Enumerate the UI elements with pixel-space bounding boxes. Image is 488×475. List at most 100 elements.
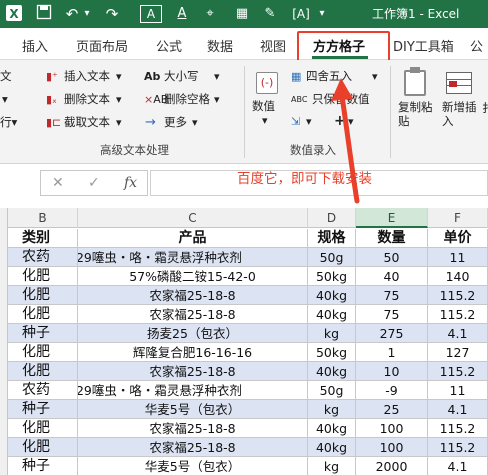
cell-unit-price[interactable]: 127 bbox=[428, 343, 488, 362]
tab-diy-toolbox[interactable]: DIY工具箱 bbox=[393, 36, 454, 55]
cell-spec[interactable]: 40kg bbox=[308, 362, 356, 381]
column-header-d[interactable]: D bbox=[308, 208, 356, 228]
column-header-f[interactable]: F bbox=[428, 208, 488, 228]
undo-icon[interactable]: ↶ bbox=[62, 4, 82, 24]
column-header-c[interactable]: C bbox=[78, 208, 308, 228]
table-icon[interactable]: ▦ bbox=[232, 4, 252, 24]
plus-button[interactable]: + bbox=[334, 113, 346, 129]
cell-category[interactable]: 化肥 bbox=[8, 438, 78, 457]
cell-quantity[interactable]: 1 bbox=[356, 343, 428, 362]
column-header-b[interactable]: B bbox=[8, 208, 78, 228]
insert-function-icon[interactable]: fx bbox=[124, 175, 137, 191]
cell-quantity[interactable]: 75 bbox=[356, 286, 428, 305]
extract-text-button[interactable]: 截取文本 bbox=[64, 114, 110, 130]
cell-spec[interactable]: 40kg bbox=[308, 305, 356, 324]
cell-quantity[interactable]: 50 bbox=[356, 248, 428, 267]
font-color-icon[interactable]: A bbox=[172, 4, 192, 24]
brush-icon[interactable]: ✎ bbox=[260, 4, 280, 24]
cell-unit-price[interactable]: 11 bbox=[428, 381, 488, 400]
cell-product[interactable]: 农家福25-18-8 bbox=[78, 286, 308, 305]
cell-unit-price[interactable]: 140 bbox=[428, 267, 488, 286]
cell-quantity[interactable]: 275 bbox=[356, 324, 428, 343]
tab-formulas[interactable]: 公式 bbox=[156, 36, 182, 55]
cell-unit-price[interactable]: 115.2 bbox=[428, 419, 488, 438]
header-product[interactable]: 产品 bbox=[78, 229, 308, 248]
tab-page-layout[interactable]: 页面布局 bbox=[76, 36, 128, 55]
cell-quantity[interactable]: 10 bbox=[356, 362, 428, 381]
header-quantity[interactable]: 数量 bbox=[356, 229, 428, 248]
ribbon-stub-2[interactable]: ▾ bbox=[2, 91, 8, 107]
delete-text-button[interactable]: 删除文本 bbox=[64, 91, 110, 107]
cell-product[interactable]: 扬麦25（包衣） bbox=[78, 324, 308, 343]
plus-dropdown-icon[interactable]: ▾ bbox=[348, 115, 354, 129]
cell-quantity[interactable]: 75 bbox=[356, 305, 428, 324]
cell-unit-price[interactable]: 4.1 bbox=[428, 324, 488, 343]
cell-category[interactable]: 农药 bbox=[8, 381, 78, 400]
customize-toolbar-icon[interactable]: ▾ bbox=[316, 4, 328, 24]
header-category[interactable]: 类别 bbox=[8, 229, 78, 248]
cell-category[interactable]: 化肥 bbox=[8, 286, 78, 305]
cell-product[interactable]: .29噻虫・咯・霜灵悬浮种衣剂 bbox=[78, 248, 308, 267]
delete-text-dropdown-icon[interactable]: ▾ bbox=[116, 93, 122, 107]
cell-unit-price[interactable]: 4.1 bbox=[428, 457, 488, 475]
cell-product[interactable]: 辉隆复合肥16-16-16 bbox=[78, 343, 308, 362]
cell-spec[interactable]: 50kg bbox=[308, 267, 356, 286]
cell-unit-price[interactable]: 115.2 bbox=[428, 305, 488, 324]
more-dropdown-icon[interactable]: ▾ bbox=[192, 116, 198, 130]
tab-more[interactable]: 公 bbox=[470, 36, 483, 55]
copy-paste-button[interactable]: 复制粘贴 bbox=[396, 66, 436, 136]
cell-quantity[interactable]: 100 bbox=[356, 438, 428, 457]
format-painter-icon[interactable]: ⌖ bbox=[200, 4, 220, 24]
cell-quantity[interactable]: 40 bbox=[356, 267, 428, 286]
cell-category[interactable]: 农药 bbox=[8, 248, 78, 267]
insert-text-button[interactable]: 插入文本 bbox=[64, 68, 110, 84]
header-spec[interactable]: 规格 bbox=[308, 229, 356, 248]
cell-product[interactable]: 华麦5号（包衣） bbox=[78, 457, 308, 475]
ribbon-stub-1[interactable]: 文 bbox=[0, 68, 12, 84]
cell-category[interactable]: 种子 bbox=[8, 457, 78, 475]
cell-spec[interactable]: kg bbox=[308, 324, 356, 343]
ribbon-stub-right[interactable]: 扌 bbox=[482, 100, 488, 116]
cell-product[interactable]: 农家福25-18-8 bbox=[78, 305, 308, 324]
insert-text-dropdown-icon[interactable]: ▾ bbox=[116, 70, 122, 84]
cell-product[interactable]: 农家福25-18-8 bbox=[78, 362, 308, 381]
cell-unit-price[interactable]: 115.2 bbox=[428, 362, 488, 381]
cancel-formula-icon[interactable]: ✕ bbox=[52, 175, 64, 191]
shape-icon[interactable]: [A] bbox=[290, 4, 312, 24]
cell-quantity[interactable]: -9 bbox=[356, 381, 428, 400]
cell-product[interactable]: 57%磷酸二铵15-42-0 bbox=[78, 267, 308, 286]
tab-view[interactable]: 视图 bbox=[260, 36, 286, 55]
cell-category[interactable]: 种子 bbox=[8, 400, 78, 419]
cell-unit-price[interactable]: 4.1 bbox=[428, 400, 488, 419]
cell-product[interactable]: 农家福25-18-8 bbox=[78, 438, 308, 457]
cell-category[interactable]: 化肥 bbox=[8, 267, 78, 286]
cell-quantity[interactable]: 100 bbox=[356, 419, 428, 438]
header-unit-price[interactable]: 单价 bbox=[428, 229, 488, 248]
column-header-e[interactable]: E bbox=[356, 208, 428, 228]
round-button[interactable]: 四舍五入 bbox=[306, 68, 352, 84]
cell-quantity[interactable]: 25 bbox=[356, 400, 428, 419]
cell-spec[interactable]: kg bbox=[308, 400, 356, 419]
cell-category[interactable]: 化肥 bbox=[8, 362, 78, 381]
round-dropdown-icon[interactable]: ▾ bbox=[372, 70, 378, 84]
cell-unit-price[interactable]: 115.2 bbox=[428, 286, 488, 305]
case-button[interactable]: 大小写 bbox=[164, 68, 199, 84]
tab-data[interactable]: 数据 bbox=[207, 36, 233, 55]
cell-spec[interactable]: kg bbox=[308, 457, 356, 475]
cell-quantity[interactable]: 2000 bbox=[356, 457, 428, 475]
keep-values-button[interactable]: 只保留数值 bbox=[312, 91, 370, 107]
cell-unit-price[interactable]: 11 bbox=[428, 248, 488, 267]
case-dropdown-icon[interactable]: ▾ bbox=[214, 70, 220, 84]
cell-unit-price[interactable]: 115.2 bbox=[428, 438, 488, 457]
cell-category[interactable]: 化肥 bbox=[8, 419, 78, 438]
cell-spec[interactable]: 50kg bbox=[308, 343, 356, 362]
cell-spec[interactable]: 50g bbox=[308, 381, 356, 400]
cell-spec[interactable]: 40kg bbox=[308, 438, 356, 457]
cell-category[interactable]: 化肥 bbox=[8, 343, 78, 362]
cell-product[interactable]: 华麦5号（包衣） bbox=[78, 400, 308, 419]
fill-dropdown-icon[interactable]: ▾ bbox=[306, 115, 312, 129]
cell-spec[interactable]: 40kg bbox=[308, 286, 356, 305]
new-insert-button[interactable]: 新增插入 bbox=[440, 66, 484, 136]
cell-spec[interactable]: 50g bbox=[308, 248, 356, 267]
redo-icon[interactable]: ↷ bbox=[102, 4, 122, 24]
